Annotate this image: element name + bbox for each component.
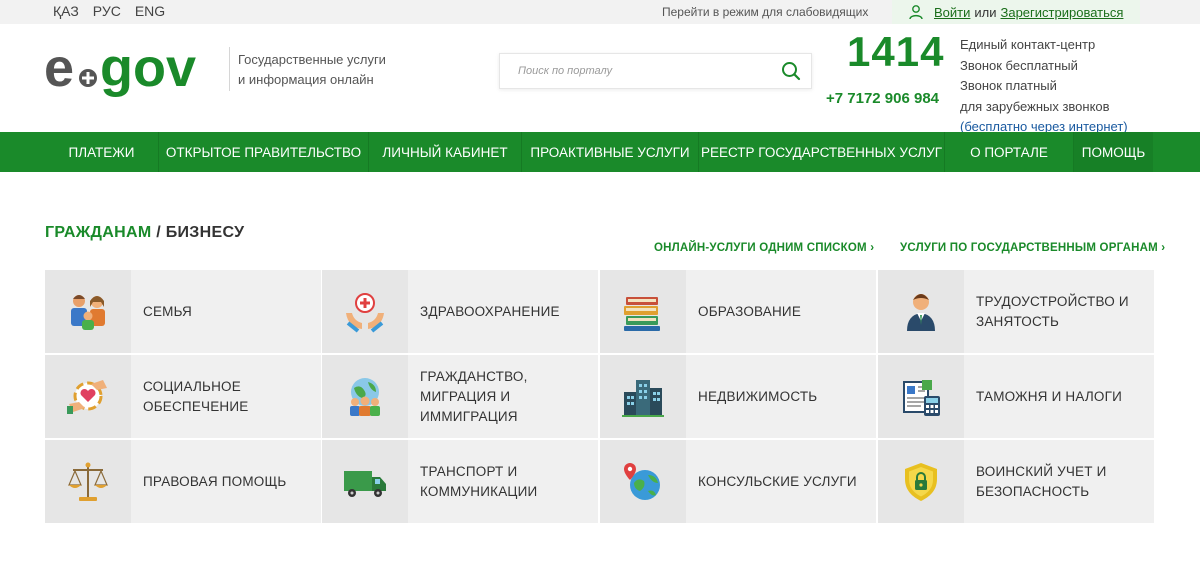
user-icon [909, 5, 923, 20]
service-tile-healthcare[interactable]: ЗДРАВООХРАНЕНИЕ [322, 270, 598, 353]
lang-rus[interactable]: РУС [93, 3, 121, 19]
nav-item-proactive-services[interactable]: ПРОАКТИВНЫЕ УСЛУГИ [522, 132, 699, 172]
tile-label: ТРУДОУСТРОЙСТВО И ЗАНЯТОСТЬ [964, 270, 1154, 353]
tile-icon-box [878, 440, 964, 523]
register-link[interactable]: Зарегистрироваться [1001, 5, 1124, 20]
tile-label: ТАМОЖНЯ И НАЛОГИ [964, 355, 1154, 438]
tagline-line-2: и информация онлайн [238, 72, 374, 87]
service-tile-military-security[interactable]: ВОИНСКИЙ УЧЕТ И БЕЗОПАСНОСТЬ [878, 440, 1154, 523]
contact-line-1: Единый контакт-центр [960, 37, 1096, 52]
lang-kaz[interactable]: ҚАЗ [53, 3, 79, 19]
tile-icon-box [45, 440, 131, 523]
tile-label: ЗДРАВООХРАНЕНИЕ [408, 270, 598, 353]
title-separator: / [151, 224, 166, 241]
hotline-number[interactable]: 1414 [847, 28, 944, 76]
social-care-icon [67, 379, 107, 414]
books-icon [624, 296, 660, 331]
tile-label: ТРАНСПОРТ И КОММУНИКАЦИИ [408, 440, 598, 523]
tile-icon-box [322, 270, 408, 353]
auth-block: Войти или Зарегистрироваться [892, 0, 1140, 24]
tile-label: КОНСУЛЬСКИЕ УСЛУГИ [686, 440, 876, 523]
site-tagline: Государственные услуги и информация онла… [238, 50, 386, 90]
service-tile-employment[interactable]: ТРУДОУСТРОЙСТВО И ЗАНЯТОСТЬ [878, 270, 1154, 353]
globe-people-icon [350, 377, 380, 416]
section-title: ГРАЖДАНАМ / БИЗНЕСУ [45, 224, 244, 242]
tile-label: СОЦИАЛЬНОЕ ОБЕСПЕЧЕНИЕ [131, 355, 321, 438]
tax-calculator-icon [903, 379, 940, 416]
tile-label: СЕМЬЯ [131, 270, 321, 353]
lang-eng[interactable]: ENG [135, 3, 165, 19]
tile-icon-box [600, 440, 686, 523]
buildings-icon [622, 379, 664, 417]
service-tile-customs-taxes[interactable]: ТАМОЖНЯ И НАЛОГИ [878, 355, 1154, 438]
tile-icon-box [600, 355, 686, 438]
svg-text:e: e [44, 40, 74, 98]
login-link[interactable]: Войти [934, 5, 970, 20]
svg-text:gov: gov [100, 40, 196, 98]
nav-item-payments[interactable]: ПЛАТЕЖИ [45, 132, 159, 172]
nav-item-personal-account[interactable]: ЛИЧНЫЙ КАБИНЕТ [369, 132, 522, 172]
main-nav: ПЛАТЕЖИ ОТКРЫТОЕ ПРАВИТЕЛЬСТВО ЛИЧНЫЙ КА… [0, 132, 1200, 172]
nav-item-about[interactable]: О ПОРТАЛЕ [945, 132, 1074, 172]
service-tile-real-estate[interactable]: НЕДВИЖИМОСТЬ [600, 355, 876, 438]
service-tile-family[interactable]: СЕМЬЯ [45, 270, 321, 353]
family-icon [71, 294, 105, 330]
service-tile-legal-aid[interactable]: ПРАВОВАЯ ПОМОЩЬ [45, 440, 321, 523]
search-input[interactable] [500, 54, 770, 88]
worker-icon [907, 293, 935, 331]
shield-lock-icon [905, 462, 937, 501]
top-bar: ҚАЗ РУС ENG Перейти в режим для слабовид… [0, 0, 1200, 24]
tile-icon-box [878, 355, 964, 438]
contact-line-2: Звонок бесплатный [960, 57, 1078, 73]
nav-item-help[interactable]: ПОМОЩЬ [1074, 132, 1153, 172]
logo-separator [229, 47, 230, 91]
nav-item-open-government[interactable]: ОТКРЫТОЕ ПРАВИТЕЛЬСТВО [159, 132, 369, 172]
tile-label: ВОИНСКИЙ УЧЕТ И БЕЗОПАСНОСТЬ [964, 440, 1154, 523]
tile-label: ОБРАЗОВАНИЕ [686, 270, 876, 353]
tab-business[interactable]: БИЗНЕСУ [166, 224, 245, 241]
online-services-list-link[interactable]: ОНЛАЙН-УСЛУГИ ОДНИМ СПИСКОМ › [654, 242, 874, 254]
service-tile-education[interactable]: ОБРАЗОВАНИЕ [600, 270, 876, 353]
service-tile-social-care[interactable]: СОЦИАЛЬНОЕ ОБЕСПЕЧЕНИЕ [45, 355, 321, 438]
service-tile-consular[interactable]: КОНСУЛЬСКИЕ УСЛУГИ [600, 440, 876, 523]
egov-logo[interactable]: e gov [44, 40, 224, 106]
contact-line-3: Звонок платный [960, 78, 1057, 93]
truck-icon [344, 470, 386, 497]
language-switcher: ҚАЗ РУС ENG [53, 3, 179, 19]
tile-label: НЕДВИЖИМОСТЬ [686, 355, 876, 438]
tile-icon-box [45, 355, 131, 438]
search-box [499, 53, 812, 89]
tile-icon-box [322, 440, 408, 523]
tile-label: ГРАЖДАНСТВО, МИГРАЦИЯ И ИММИГРАЦИЯ [408, 355, 598, 438]
services-by-agencies-link[interactable]: УСЛУГИ ПО ГОСУДАРСТВЕННЫМ ОРГАНАМ › [900, 242, 1165, 254]
scales-icon [68, 462, 108, 501]
contact-line-4: для зарубежных звонков [960, 98, 1110, 114]
tab-citizens[interactable]: ГРАЖДАНАМ [45, 224, 151, 241]
low-vision-link[interactable]: Перейти в режим для слабовидящих [662, 5, 868, 19]
nav-item-services-registry[interactable]: РЕЕСТР ГОСУДАРСТВЕННЫХ УСЛУГ [699, 132, 945, 172]
search-icon[interactable] [781, 61, 801, 81]
tile-icon-box [878, 270, 964, 353]
tile-label: ПРАВОВАЯ ПОМОЩЬ [131, 440, 321, 523]
contact-info: Единый контакт-центр Звонок бесплатный З… [960, 35, 1128, 138]
service-tile-transport[interactable]: ТРАНСПОРТ И КОММУНИКАЦИИ [322, 440, 598, 523]
tagline-line-1: Государственные услуги [238, 52, 386, 67]
globe-pin-icon [624, 462, 660, 500]
tile-icon-box [322, 355, 408, 438]
tile-icon-box [45, 270, 131, 353]
tile-icon-box [600, 270, 686, 353]
healthcare-icon [346, 292, 384, 333]
auth-or-text: или [974, 4, 997, 20]
paid-phone-number[interactable]: +7 7172 906 984 [826, 90, 939, 107]
service-tile-citizenship-migration[interactable]: ГРАЖДАНСТВО, МИГРАЦИЯ И ИММИГРАЦИЯ [322, 355, 598, 438]
